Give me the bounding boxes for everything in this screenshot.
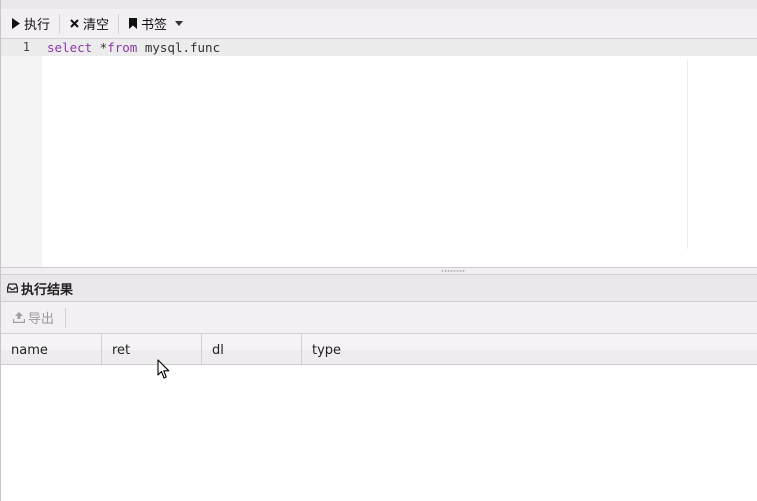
bookmark-icon bbox=[129, 18, 138, 29]
play-icon bbox=[12, 18, 20, 29]
toolbar-separator bbox=[65, 307, 67, 328]
sql-console: 执行 清空 书签 1 select *from mysql.func 执行结果 … bbox=[0, 0, 757, 501]
line-number: 1 bbox=[22, 40, 30, 54]
sql-editor[interactable]: 1 select *from mysql.func bbox=[1, 39, 757, 268]
bookmark-dropdown[interactable]: 书签 bbox=[119, 13, 196, 35]
column-header-name[interactable]: name bbox=[1, 334, 102, 364]
print-margin bbox=[687, 59, 688, 249]
inbox-icon bbox=[7, 283, 18, 293]
keyword-from: from bbox=[107, 40, 138, 55]
mouse-pointer-icon bbox=[157, 359, 170, 379]
splitter-grip[interactable] bbox=[441, 270, 465, 272]
clear-button-label: 清空 bbox=[83, 18, 110, 33]
run-button[interactable]: 执行 bbox=[1, 13, 59, 35]
clear-button[interactable]: 清空 bbox=[60, 13, 118, 35]
column-header-dl[interactable]: dl bbox=[202, 334, 302, 364]
editor-toolbar: 执行 清空 书签 bbox=[1, 9, 757, 39]
export-button[interactable]: 导出 bbox=[1, 307, 65, 329]
results-grid-body[interactable] bbox=[1, 365, 757, 501]
run-button-label: 执行 bbox=[24, 18, 51, 33]
editor-gutter bbox=[1, 39, 42, 267]
code-line[interactable]: select *from mysql.func bbox=[47, 40, 220, 55]
panel-splitter[interactable] bbox=[1, 268, 757, 275]
code-table: mysql.func bbox=[137, 40, 221, 55]
results-title-bar: 执行结果 bbox=[1, 275, 757, 302]
keyword-select: select bbox=[47, 40, 93, 55]
close-icon bbox=[70, 19, 79, 28]
export-button-label: 导出 bbox=[28, 312, 55, 327]
caret-down-icon bbox=[175, 21, 184, 26]
results-grid-header: name ret dl type bbox=[1, 334, 757, 365]
results-title: 执行结果 bbox=[21, 282, 74, 298]
column-header-ret[interactable]: ret bbox=[102, 334, 202, 364]
upload-icon bbox=[13, 312, 25, 323]
column-header-type[interactable]: type bbox=[302, 334, 757, 364]
code-star: * bbox=[92, 40, 108, 55]
bookmark-dropdown-label: 书签 bbox=[141, 18, 168, 33]
results-toolbar: 导出 bbox=[1, 302, 757, 334]
